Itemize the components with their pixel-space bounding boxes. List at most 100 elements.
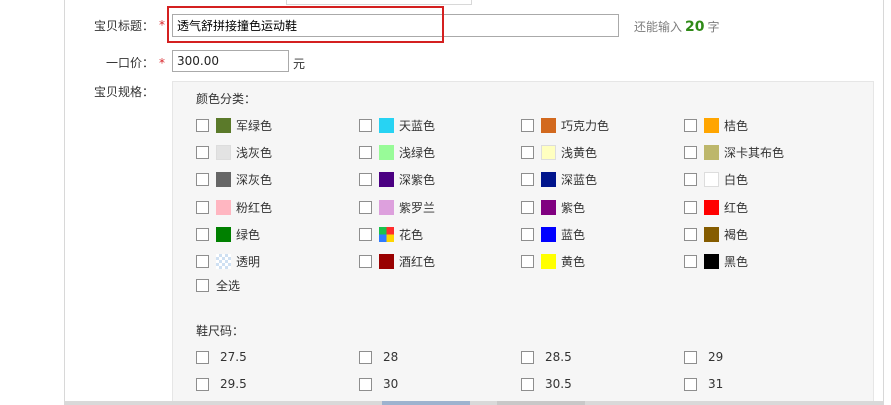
color-checkbox[interactable]	[196, 172, 209, 186]
color-option[interactable]: 深卡其布色	[684, 143, 784, 161]
color-label: 红色	[724, 200, 749, 215]
color-option[interactable]: 蓝色	[521, 225, 585, 243]
frame-right-border	[883, 0, 884, 405]
color-checkbox[interactable]	[359, 172, 372, 186]
size-label: 29.5	[220, 377, 247, 391]
color-option[interactable]: 花色	[359, 225, 423, 243]
color-swatch	[541, 199, 556, 215]
size-checkbox[interactable]	[359, 377, 372, 391]
remaining-prefix: 还能输入	[634, 20, 683, 34]
color-option[interactable]: 透明	[196, 252, 260, 270]
color-checkbox[interactable]	[196, 227, 209, 241]
color-option[interactable]: 浅灰色	[196, 143, 272, 161]
color-checkbox[interactable]	[196, 118, 209, 132]
color-option[interactable]: 深灰色	[196, 170, 272, 188]
size-option[interactable]: 31	[684, 375, 723, 393]
color-checkbox[interactable]	[359, 254, 372, 268]
frame-left-border	[64, 0, 65, 405]
color-checkbox[interactable]	[521, 227, 534, 241]
color-swatch	[704, 253, 719, 269]
color-checkbox[interactable]	[359, 200, 372, 214]
color-checkbox[interactable]	[684, 254, 697, 268]
color-checkbox[interactable]	[521, 172, 534, 186]
color-swatch	[541, 226, 556, 242]
color-swatch	[379, 199, 394, 215]
color-option[interactable]: 褐色	[684, 225, 748, 243]
bottom-button-stub[interactable]	[382, 401, 470, 405]
color-checkbox[interactable]	[684, 200, 697, 214]
color-option[interactable]: 粉红色	[196, 198, 272, 216]
color-option[interactable]: 白色	[684, 170, 748, 188]
size-label: 30	[383, 377, 399, 391]
color-checkbox[interactable]	[359, 227, 372, 241]
size-checkbox[interactable]	[196, 350, 209, 364]
color-label: 浅黄色	[561, 145, 598, 160]
color-option[interactable]: 巧克力色	[521, 116, 609, 134]
size-option[interactable]: 28	[359, 348, 398, 366]
color-option[interactable]: 酒红色	[359, 252, 435, 270]
color-label: 白色	[724, 172, 749, 187]
color-option[interactable]: 绿色	[196, 225, 260, 243]
color-option[interactable]: 紫罗兰	[359, 198, 435, 216]
color-option[interactable]: 黑色	[684, 252, 748, 270]
size-checkbox[interactable]	[521, 350, 534, 364]
size-checkbox[interactable]	[521, 377, 534, 391]
color-checkbox[interactable]	[684, 118, 697, 132]
color-checkbox[interactable]	[359, 118, 372, 132]
color-label: 粉红色	[236, 200, 273, 215]
size-option[interactable]: 30.5	[521, 375, 572, 393]
color-checkbox[interactable]	[521, 118, 534, 132]
bottom-button-stub-2[interactable]	[497, 401, 585, 405]
color-checkbox[interactable]	[521, 200, 534, 214]
color-checkbox[interactable]	[521, 145, 534, 159]
color-option[interactable]: 军绿色	[196, 116, 272, 134]
color-checkbox[interactable]	[521, 254, 534, 268]
color-swatch	[704, 226, 719, 242]
title-input[interactable]	[172, 14, 619, 37]
color-label: 浅灰色	[236, 145, 273, 160]
color-option[interactable]: 浅绿色	[359, 143, 435, 161]
color-checkbox[interactable]	[196, 145, 209, 159]
color-option[interactable]: 红色	[684, 198, 748, 216]
price-required-mark: *	[159, 56, 165, 70]
spec-label: 宝贝规格：	[94, 85, 155, 99]
color-label: 黑色	[724, 254, 749, 269]
color-checkbox[interactable]	[196, 254, 209, 268]
size-checkbox[interactable]	[359, 350, 372, 364]
remaining-suffix: 字	[707, 20, 720, 34]
size-option[interactable]: 30	[359, 375, 398, 393]
color-swatch	[216, 144, 231, 160]
color-option[interactable]: 紫色	[521, 198, 585, 216]
color-label: 紫色	[561, 200, 586, 215]
price-input[interactable]	[172, 50, 289, 72]
size-option[interactable]: 27.5	[196, 348, 247, 366]
color-option[interactable]: 浅黄色	[521, 143, 597, 161]
color-swatch	[541, 117, 556, 133]
size-label: 31	[708, 377, 724, 391]
color-option[interactable]: 黄色	[521, 252, 585, 270]
price-label: 一口价：	[106, 56, 155, 70]
select-all-checkbox[interactable]	[196, 278, 209, 292]
size-option[interactable]: 29.5	[196, 375, 247, 393]
select-all-option[interactable]: 全选	[196, 276, 240, 294]
color-checkbox[interactable]	[359, 145, 372, 159]
color-section-title: 颜色分类：	[196, 92, 257, 106]
size-option[interactable]: 29	[684, 348, 723, 366]
color-option[interactable]: 深紫色	[359, 170, 435, 188]
color-checkbox[interactable]	[684, 172, 697, 186]
color-swatch	[216, 253, 231, 269]
color-swatch	[704, 144, 719, 160]
size-option[interactable]: 28.5	[521, 348, 572, 366]
color-swatch	[541, 144, 556, 160]
color-option[interactable]: 桔色	[684, 116, 748, 134]
color-option[interactable]: 深蓝色	[521, 170, 597, 188]
size-checkbox[interactable]	[684, 377, 697, 391]
size-checkbox[interactable]	[196, 377, 209, 391]
color-checkbox[interactable]	[684, 227, 697, 241]
color-checkbox[interactable]	[684, 145, 697, 159]
size-checkbox[interactable]	[684, 350, 697, 364]
color-label: 深蓝色	[561, 172, 598, 187]
color-swatch	[379, 144, 394, 160]
color-option[interactable]: 天蓝色	[359, 116, 435, 134]
color-checkbox[interactable]	[196, 200, 209, 214]
